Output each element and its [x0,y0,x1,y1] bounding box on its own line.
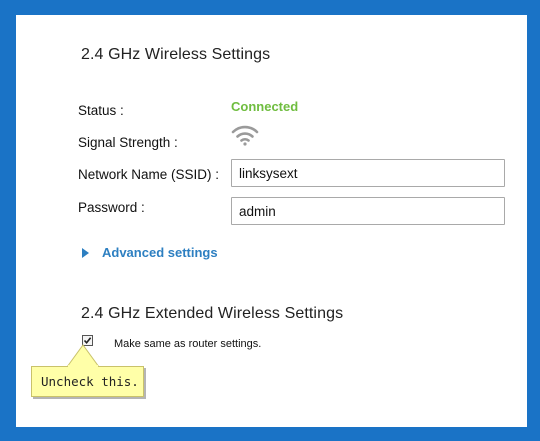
wireless-settings-title: 2.4 GHz Wireless Settings [81,46,271,63]
ssid-input[interactable] [231,159,505,187]
password-label: Password : [78,200,145,215]
ssid-label: Network Name (SSID) : [78,167,220,182]
extended-settings-title: 2.4 GHz Extended Wireless Settings [81,305,344,322]
advanced-settings-label: Advanced settings [102,245,218,260]
callout-tooltip: Uncheck this. [31,366,144,397]
status-value: Connected [231,99,299,114]
callout-text: Uncheck this. [41,374,139,389]
same-as-router-label: Make same as router settings. [114,338,262,350]
same-as-router-checkbox[interactable] [82,335,93,346]
wifi-signal-icon [231,124,259,151]
advanced-settings-toggle[interactable]: Advanced settings [82,245,218,260]
status-label: Status : [78,103,124,118]
password-input[interactable] [231,197,505,225]
checkmark-icon [83,337,92,345]
expand-arrow-icon [82,247,89,258]
signal-strength-label: Signal Strength : [78,135,178,150]
